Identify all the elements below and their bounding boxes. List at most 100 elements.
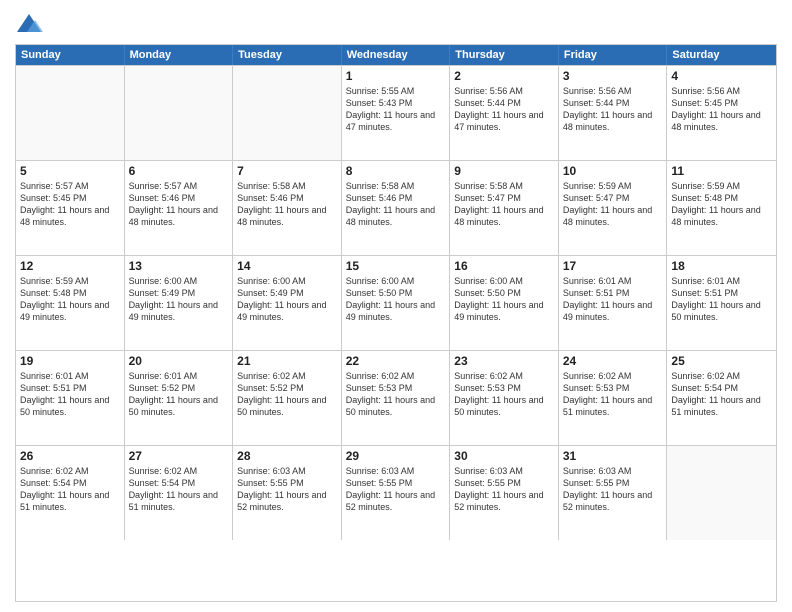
calendar-header-cell: Saturday	[667, 45, 776, 65]
day-number: 3	[563, 69, 663, 83]
day-number: 24	[563, 354, 663, 368]
day-number: 21	[237, 354, 337, 368]
day-detail: Sunrise: 6:03 AMSunset: 5:55 PMDaylight:…	[563, 465, 663, 514]
day-detail: Sunrise: 6:02 AMSunset: 5:54 PMDaylight:…	[20, 465, 120, 514]
calendar-day-cell: 26 Sunrise: 6:02 AMSunset: 5:54 PMDayligh…	[16, 446, 125, 540]
calendar-day-cell: 8 Sunrise: 5:58 AMSunset: 5:46 PMDaylight…	[342, 161, 451, 255]
calendar-week-row: 5 Sunrise: 5:57 AMSunset: 5:45 PMDaylight…	[16, 160, 776, 255]
day-detail: Sunrise: 5:56 AMSunset: 5:45 PMDaylight:…	[671, 85, 772, 134]
calendar-week-row: 12Sunrise: 5:59 AMSunset: 5:48 PMDayligh…	[16, 255, 776, 350]
calendar-day-cell: 29 Sunrise: 6:03 AMSunset: 5:55 PMDayligh…	[342, 446, 451, 540]
day-detail: Sunrise: 6:01 AMSunset: 5:52 PMDaylight:…	[129, 370, 229, 419]
calendar-day-cell: 11Sunrise: 5:59 AMSunset: 5:48 PMDayligh…	[667, 161, 776, 255]
calendar-day-cell: 14Sunrise: 6:00 AMSunset: 5:49 PMDayligh…	[233, 256, 342, 350]
calendar-day-cell: 10 Sunrise: 5:59 AMSunset: 5:47 PMDayligh…	[559, 161, 668, 255]
day-number: 13	[129, 259, 229, 273]
day-number: 14	[237, 259, 337, 273]
day-number: 7	[237, 164, 337, 178]
calendar-header-cell: Thursday	[450, 45, 559, 65]
day-number: 12	[20, 259, 120, 273]
day-number: 11	[671, 164, 772, 178]
day-detail: Sunrise: 6:03 AMSunset: 5:55 PMDaylight:…	[237, 465, 337, 514]
day-number: 15	[346, 259, 446, 273]
day-number: 23	[454, 354, 554, 368]
day-detail: Sunrise: 6:01 AMSunset: 5:51 PMDaylight:…	[671, 275, 772, 324]
calendar-header-cell: Wednesday	[342, 45, 451, 65]
day-number: 4	[671, 69, 772, 83]
day-detail: Sunrise: 6:00 AMSunset: 5:50 PMDaylight:…	[454, 275, 554, 324]
page: SundayMondayTuesdayWednesdayThursdayFrid…	[0, 0, 792, 612]
day-number: 6	[129, 164, 229, 178]
day-detail: Sunrise: 6:02 AMSunset: 5:54 PMDaylight:…	[129, 465, 229, 514]
calendar-day-cell: 27Sunrise: 6:02 AMSunset: 5:54 PMDayligh…	[125, 446, 234, 540]
day-detail: Sunrise: 5:59 AMSunset: 5:47 PMDaylight:…	[563, 180, 663, 229]
day-number: 26	[20, 449, 120, 463]
day-number: 22	[346, 354, 446, 368]
calendar-day-cell: 13 Sunrise: 6:00 AMSunset: 5:49 PMDayligh…	[125, 256, 234, 350]
day-number: 8	[346, 164, 446, 178]
calendar-day-cell: 18 Sunrise: 6:01 AMSunset: 5:51 PMDayligh…	[667, 256, 776, 350]
calendar-day-cell: 20Sunrise: 6:01 AMSunset: 5:52 PMDayligh…	[125, 351, 234, 445]
day-number: 18	[671, 259, 772, 273]
calendar-day-cell: 2Sunrise: 5:56 AMSunset: 5:44 PMDaylight…	[450, 66, 559, 160]
day-number: 29	[346, 449, 446, 463]
day-number: 17	[563, 259, 663, 273]
calendar-day-cell	[16, 66, 125, 160]
calendar-day-cell: 4 Sunrise: 5:56 AMSunset: 5:45 PMDaylight…	[667, 66, 776, 160]
day-detail: Sunrise: 5:57 AMSunset: 5:45 PMDaylight:…	[20, 180, 120, 229]
calendar-day-cell: 12Sunrise: 5:59 AMSunset: 5:48 PMDayligh…	[16, 256, 125, 350]
calendar-day-cell: 24 Sunrise: 6:02 AMSunset: 5:53 PMDayligh…	[559, 351, 668, 445]
calendar-day-cell: 31 Sunrise: 6:03 AMSunset: 5:55 PMDayligh…	[559, 446, 668, 540]
calendar-body: 1 Sunrise: 5:55 AMSunset: 5:43 PMDaylight…	[16, 65, 776, 540]
calendar-day-cell: 17 Sunrise: 6:01 AMSunset: 5:51 PMDayligh…	[559, 256, 668, 350]
day-detail: Sunrise: 6:02 AMSunset: 5:53 PMDaylight:…	[346, 370, 446, 419]
calendar-day-cell: 1 Sunrise: 5:55 AMSunset: 5:43 PMDaylight…	[342, 66, 451, 160]
logo-icon	[15, 10, 43, 38]
calendar-day-cell: 19 Sunrise: 6:01 AMSunset: 5:51 PMDayligh…	[16, 351, 125, 445]
day-detail: Sunrise: 6:02 AMSunset: 5:53 PMDaylight:…	[454, 370, 554, 419]
calendar-header-cell: Sunday	[16, 45, 125, 65]
day-detail: Sunrise: 6:01 AMSunset: 5:51 PMDaylight:…	[20, 370, 120, 419]
day-detail: Sunrise: 5:58 AMSunset: 5:47 PMDaylight:…	[454, 180, 554, 229]
day-detail: Sunrise: 6:00 AMSunset: 5:50 PMDaylight:…	[346, 275, 446, 324]
calendar-day-cell: 6Sunrise: 5:57 AMSunset: 5:46 PMDaylight…	[125, 161, 234, 255]
day-detail: Sunrise: 6:03 AMSunset: 5:55 PMDaylight:…	[346, 465, 446, 514]
day-detail: Sunrise: 5:55 AMSunset: 5:43 PMDaylight:…	[346, 85, 446, 134]
calendar-day-cell: 30Sunrise: 6:03 AMSunset: 5:55 PMDayligh…	[450, 446, 559, 540]
day-detail: Sunrise: 5:58 AMSunset: 5:46 PMDaylight:…	[346, 180, 446, 229]
calendar-day-cell: 25 Sunrise: 6:02 AMSunset: 5:54 PMDayligh…	[667, 351, 776, 445]
calendar-day-cell: 21 Sunrise: 6:02 AMSunset: 5:52 PMDayligh…	[233, 351, 342, 445]
calendar-day-cell	[667, 446, 776, 540]
calendar-day-cell	[125, 66, 234, 160]
day-number: 25	[671, 354, 772, 368]
day-detail: Sunrise: 6:02 AMSunset: 5:52 PMDaylight:…	[237, 370, 337, 419]
logo	[15, 10, 47, 38]
calendar-day-cell: 3Sunrise: 5:56 AMSunset: 5:44 PMDaylight…	[559, 66, 668, 160]
day-number: 1	[346, 69, 446, 83]
day-number: 31	[563, 449, 663, 463]
calendar-week-row: 1 Sunrise: 5:55 AMSunset: 5:43 PMDaylight…	[16, 65, 776, 160]
calendar: SundayMondayTuesdayWednesdayThursdayFrid…	[15, 44, 777, 602]
day-detail: Sunrise: 6:02 AMSunset: 5:53 PMDaylight:…	[563, 370, 663, 419]
day-detail: Sunrise: 6:03 AMSunset: 5:55 PMDaylight:…	[454, 465, 554, 514]
calendar-header-cell: Tuesday	[233, 45, 342, 65]
day-number: 9	[454, 164, 554, 178]
calendar-week-row: 19 Sunrise: 6:01 AMSunset: 5:51 PMDayligh…	[16, 350, 776, 445]
calendar-day-cell	[233, 66, 342, 160]
day-detail: Sunrise: 6:01 AMSunset: 5:51 PMDaylight:…	[563, 275, 663, 324]
calendar-day-cell: 5 Sunrise: 5:57 AMSunset: 5:45 PMDaylight…	[16, 161, 125, 255]
calendar-day-cell: 15 Sunrise: 6:00 AMSunset: 5:50 PMDayligh…	[342, 256, 451, 350]
calendar-day-cell: 23 Sunrise: 6:02 AMSunset: 5:53 PMDayligh…	[450, 351, 559, 445]
calendar-day-cell: 16 Sunrise: 6:00 AMSunset: 5:50 PMDayligh…	[450, 256, 559, 350]
calendar-day-cell: 7Sunrise: 5:58 AMSunset: 5:46 PMDaylight…	[233, 161, 342, 255]
day-number: 5	[20, 164, 120, 178]
day-detail: Sunrise: 6:00 AMSunset: 5:49 PMDaylight:…	[129, 275, 229, 324]
day-number: 10	[563, 164, 663, 178]
header	[15, 10, 777, 38]
calendar-week-row: 26 Sunrise: 6:02 AMSunset: 5:54 PMDayligh…	[16, 445, 776, 540]
day-number: 2	[454, 69, 554, 83]
day-number: 16	[454, 259, 554, 273]
day-detail: Sunrise: 6:02 AMSunset: 5:54 PMDaylight:…	[671, 370, 772, 419]
day-number: 19	[20, 354, 120, 368]
day-number: 28	[237, 449, 337, 463]
